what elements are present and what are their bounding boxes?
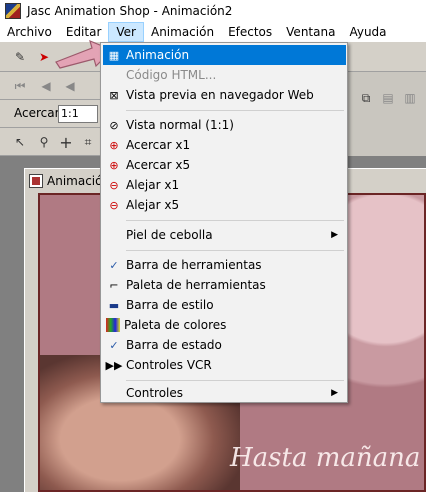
document-title: Animació: [47, 174, 103, 188]
controls-icon: [106, 385, 122, 401]
previous-frame-icon[interactable]: ◀: [36, 76, 56, 96]
zoom-in-5-icon: ⊕: [109, 158, 119, 172]
zoom-label: Acercar:: [14, 106, 64, 120]
zoom-toolbar: Acercar: 1:1: [0, 100, 100, 128]
normal-view-icon: ⊘: [109, 118, 119, 132]
title-bar: Jasc Animation Shop - Animación2: [0, 0, 426, 22]
zoom-out-5-icon: ⊖: [109, 198, 119, 212]
color-palette-icon: [106, 318, 120, 332]
menu-item-paleta-herramientas[interactable]: ⌐ Paleta de herramientas: [103, 275, 346, 295]
play-icon[interactable]: ◀: [60, 76, 80, 96]
html-code-icon: [106, 67, 122, 83]
paste-icon[interactable]: ▤: [378, 88, 398, 108]
menu-ventana[interactable]: Ventana: [279, 22, 342, 42]
arrow-tool-icon[interactable]: ↖: [10, 132, 30, 152]
menu-separator: [126, 110, 344, 111]
vcr-toolbar: ⏮ ◀ ◀: [0, 72, 100, 100]
menu-item-barra-estado[interactable]: ✓ Barra de estado: [103, 335, 346, 355]
copy-icon[interactable]: ⧉: [356, 88, 376, 108]
first-frame-icon[interactable]: ⏮: [10, 76, 30, 96]
open-file-icon[interactable]: ➤: [34, 47, 54, 67]
document-icon: [29, 174, 43, 188]
menu-separator: [126, 380, 344, 381]
menu-item-controles[interactable]: Controles ▶: [103, 383, 346, 403]
browser-preview-icon: ⊠: [109, 88, 119, 102]
menu-item-vista-previa[interactable]: ⊠ Vista previa en navegador Web: [103, 85, 346, 105]
menu-item-acercar-x1[interactable]: ⊕ Acercar x1: [103, 135, 346, 155]
document-titlebar: Animació: [29, 171, 102, 191]
menu-item-paleta-colores[interactable]: Paleta de colores: [103, 315, 346, 335]
menu-separator: [126, 220, 344, 221]
menu-separator: [126, 250, 344, 251]
window-title: Jasc Animation Shop - Animación2: [27, 4, 233, 18]
app-icon: [5, 3, 21, 19]
new-file-icon[interactable]: ✎: [10, 47, 30, 67]
menu-archivo[interactable]: Archivo: [0, 22, 59, 42]
zoom-select[interactable]: 1:1: [58, 105, 98, 123]
menu-item-codigo-html[interactable]: Código HTML...: [103, 65, 346, 85]
tool-palette-icon: ⌐: [109, 278, 119, 292]
move-tool-icon[interactable]: +: [56, 132, 76, 152]
paste-special-icon[interactable]: ▥: [400, 88, 420, 108]
menu-item-alejar-x5[interactable]: ⊖ Alejar x5: [103, 195, 346, 215]
ver-menu-dropdown: ▦ Animación Código HTML... ⊠ Vista previ…: [100, 42, 348, 403]
menu-item-vista-normal[interactable]: ⊘ Vista normal (1:1): [103, 115, 346, 135]
tools-toolbar: ↖ ⚲ + ⌗: [0, 128, 100, 156]
menu-item-barra-estilo[interactable]: ▬ Barra de estilo: [103, 295, 346, 315]
menu-item-barra-herramientas[interactable]: ✓ Barra de herramientas: [103, 255, 346, 275]
style-bar-icon: ▬: [108, 298, 120, 312]
menu-animacion[interactable]: Animación: [144, 22, 221, 42]
zoom-out-1-icon: ⊖: [109, 178, 119, 192]
menu-item-acercar-x5[interactable]: ⊕ Acercar x5: [103, 155, 346, 175]
menu-ayuda[interactable]: Ayuda: [342, 22, 393, 42]
menu-item-alejar-x1[interactable]: ⊖ Alejar x1: [103, 175, 346, 195]
toolbar-icon: ✓: [109, 258, 119, 272]
vcr-controls-icon: ▶▶: [105, 358, 123, 372]
canvas-script-text: Hasta mañana: [230, 443, 421, 473]
menu-item-animacion[interactable]: ▦ Animación: [103, 45, 346, 65]
submenu-arrow-icon: ▶: [331, 230, 338, 240]
film-icon: ▦: [108, 48, 120, 62]
status-bar-icon: ✓: [109, 338, 119, 352]
menu-item-piel-cebolla[interactable]: Piel de cebolla ▶: [103, 225, 346, 245]
right-toolbar-group: ⧉ ▤ ▥: [352, 88, 426, 110]
crop-tool-icon[interactable]: ⌗: [78, 132, 98, 152]
zoom-tool-icon[interactable]: ⚲: [34, 132, 54, 152]
onion-skin-icon: [106, 227, 122, 243]
menu-item-controles-vcr[interactable]: ▶▶ Controles VCR: [103, 355, 346, 375]
submenu-arrow-icon: ▶: [331, 388, 338, 398]
zoom-in-1-icon: ⊕: [109, 138, 119, 152]
menu-efectos[interactable]: Efectos: [221, 22, 279, 42]
